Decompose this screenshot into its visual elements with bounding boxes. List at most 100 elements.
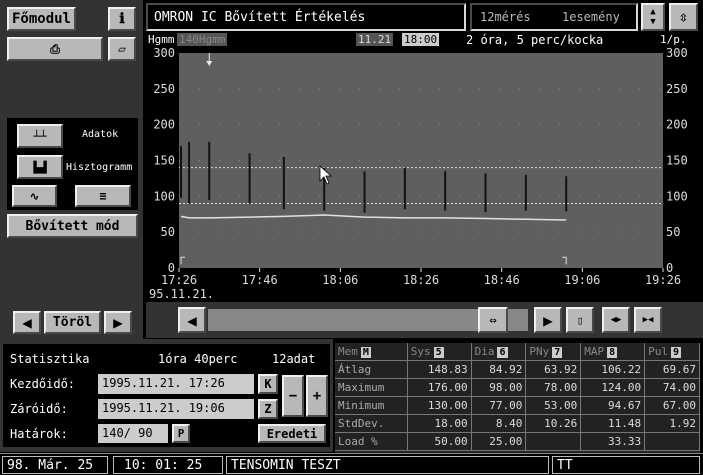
count-display: 12mérés 1esemény [470,3,638,31]
meres-count: 12mérés [480,10,531,24]
status-time: 10: 01: 25 [124,458,203,473]
cell: 176.00 [407,378,472,397]
y-tick-label-left: 250 [153,82,175,96]
print-button[interactable]: ⎙ [7,37,103,61]
x-tick-label: 17:26 [161,273,197,287]
col-dia[interactable]: Dia 6 [471,343,527,361]
hatarok-value: 140/ 90 [102,426,153,440]
plus-button[interactable]: + [306,375,328,417]
title-bar: OMRON IC Bővített Értékelés [146,3,466,31]
page-icon: ▯ [576,313,584,327]
zoom-out-button[interactable]: ◀▶ [602,307,630,333]
kezdoido-value: 1995.11.21. 17:26 [102,376,225,390]
arrows-in-icon: ▶◀ [642,315,654,325]
cell: 130.00 [407,396,472,415]
y-tick-label-right: 150 [666,154,688,168]
col-pny[interactable]: PNy 7 [525,343,582,361]
cell: 8.40 [471,414,527,433]
col-mem[interactable]: Mem M [335,343,408,361]
x-tick-label: 17:46 [242,273,278,287]
arrow-right-icon: ▶ [113,313,123,332]
exit-button[interactable]: ⇳ [669,3,698,31]
printer-icon: ⎙ [50,41,60,56]
x-tick-label: 19:26 [645,273,681,287]
table-header-row: Mem M Sys 5 Dia 6 PNy 7 MAP 8 Pul 9 [335,343,700,361]
list-icon: ≡ [99,189,107,203]
cell: 106.22 [580,360,646,379]
x-tick-label: 19:06 [564,273,600,287]
histogram-icon: ▙▟ [33,160,47,174]
p-button[interactable]: P [172,424,190,443]
scroll-left-button[interactable]: ◀ [178,307,206,333]
y-tick-label-right: 200 [666,118,688,132]
hatarok-field[interactable]: 140/ 90 [98,424,168,443]
cell: 84.92 [471,360,527,379]
stats-panel: Statisztika 1óra 40perc 12adat Kezdőidő:… [0,339,333,452]
col-pul[interactable]: Pul 9 [644,343,700,361]
scroll-bar-area: ◀ ⇔ ▶ ▯ ◀▶ ▶◀ [146,302,703,338]
y-tick-label-right: 300 [666,46,688,60]
adatok-button[interactable]: ┴┴ [17,124,63,148]
esemeny-count: 1esemény [562,10,620,24]
status-name-box: TENSOMIN TESZT [226,456,549,474]
table-row: Minimum 130.00 77.00 53.00 94.67 67.00 [335,396,700,415]
row-label: StdDev. [335,414,408,433]
stats-title: Statisztika [10,352,90,366]
page-button[interactable]: ▯ [566,307,594,333]
y-tick-label-right: 100 [666,189,688,203]
curve-icon: ∿ [29,189,40,203]
status-bar: 98. Már. 25 10: 01: 25 TENSOMIN TESZT TT [0,453,703,475]
zoom-in-button[interactable]: ▶◀ [634,307,662,333]
status-name: TENSOMIN TESZT [231,458,341,473]
cell: 67.00 [644,396,700,415]
list-view-button[interactable]: ≡ [75,185,131,207]
cell: 1.92 [644,414,700,433]
col-map[interactable]: MAP 8 [580,343,646,361]
hisztogramm-button[interactable]: ▙▟ [17,155,63,179]
grid-button[interactable]: ▱ [108,37,136,61]
cell [525,432,582,451]
status-date: 98. Már. 25 [7,458,94,473]
arrow-left-icon: ◀ [187,310,197,330]
cell: 63.92 [525,360,582,379]
zaroido-value: 1995.11.21. 19:06 [102,401,225,415]
stats-duration: 1óra 40perc [158,352,238,366]
curve-view-button[interactable]: ∿ [12,185,57,207]
cell: 77.00 [471,396,527,415]
cell: 18.00 [407,414,472,433]
cell: 69.67 [644,360,700,379]
bovitett-mod-button[interactable]: Bővített mód [7,214,138,238]
cell: 11.48 [580,414,646,433]
scroll-updown-button[interactable]: ▲ ▼ [641,3,665,31]
adatok-label: Adatok [82,129,119,140]
plot-background [179,53,663,268]
table-row: StdDev. 18.00 8.40 10.26 11.48 1.92 [335,414,700,433]
fomodul-button[interactable]: Főmodul [7,7,76,31]
kezdoido-field[interactable]: 1995.11.21. 17:26 [98,374,254,394]
fit-width-button[interactable]: ⇔ [478,307,508,333]
info-button[interactable]: ℹ [108,7,136,31]
y-tick-label-left: 50 [161,225,175,239]
col-sys[interactable]: Sys 5 [407,343,472,361]
z-button[interactable]: Z [258,399,278,419]
cell: 78.00 [525,378,582,397]
info-icon: ℹ [119,11,125,27]
cell: 148.83 [407,360,472,379]
row-label: Maximum [335,378,408,397]
zaroido-field[interactable]: 1995.11.21. 19:06 [98,399,254,419]
page-title: OMRON IC Bővített Értékelés [154,10,366,25]
torol-next-button[interactable]: ▶ [104,311,132,334]
y-tick-label-left: 300 [153,46,175,60]
torol-button[interactable]: Töröl [44,311,101,334]
eredeti-button[interactable]: Eredeti [258,424,326,443]
scroll-right-button[interactable]: ▶ [534,307,562,333]
k-button[interactable]: K [258,374,278,394]
minus-button[interactable]: − [282,375,304,417]
cell [644,432,700,451]
cell: 50.00 [407,432,472,451]
y-tick-label-left: 100 [153,189,175,203]
cell: 74.00 [644,378,700,397]
hatarok-label: Határok: [10,427,68,441]
torol-prev-button[interactable]: ◀ [13,311,41,334]
bp-chart: 0 050 50100 100150 150200 200250 250300 30017:2… [149,46,688,301]
